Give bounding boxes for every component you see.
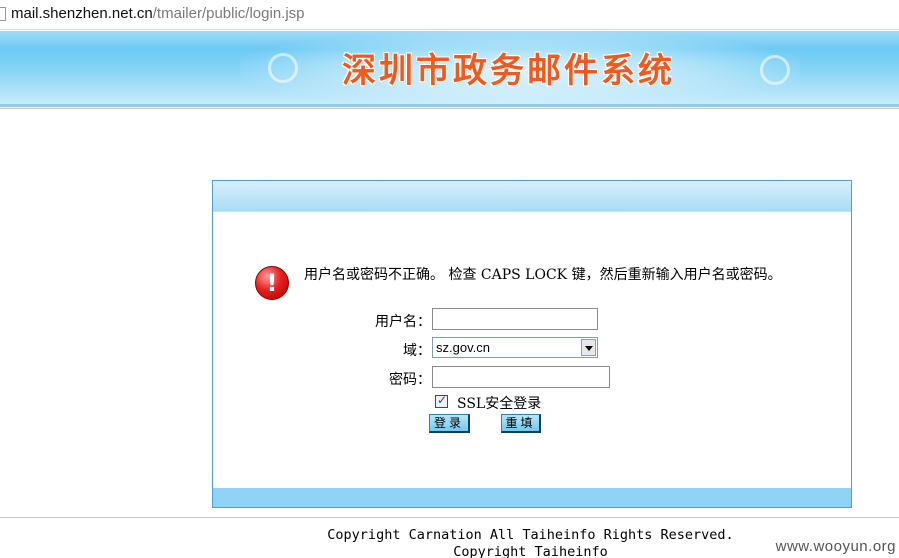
footer-divider <box>0 517 899 518</box>
reset-button[interactable]: 重填 <box>501 414 541 433</box>
panel-header-band <box>213 181 851 212</box>
ssl-label: SSL安全登录 <box>457 396 542 412</box>
error-icon: ! <box>255 266 289 300</box>
site-banner: 深圳市政务邮件系统 <box>0 31 899 107</box>
site-title: 深圳市政务邮件系统 <box>342 51 675 91</box>
banner-at-icon <box>760 55 790 85</box>
username-label: 用户名： <box>375 314 431 330</box>
ssl-checkbox[interactable]: ✓ <box>435 393 448 408</box>
url-host: mail.shenzhen.net.cn <box>11 5 153 22</box>
panel-footer-band <box>213 488 851 507</box>
copyright-line-2: Copyright Taiheinfo <box>453 544 608 558</box>
domain-label: 域： <box>403 343 431 359</box>
dropdown-button[interactable] <box>581 339 596 356</box>
error-message: 用户名或密码不正确。 检查 CAPS LOCK 键，然后重新输入用户名或密码。 <box>304 267 782 283</box>
copyright-line-1: Copyright Carnation All Taiheinfo Rights… <box>327 527 734 543</box>
username-input[interactable] <box>432 308 598 330</box>
domain-select[interactable]: sz.gov.cn <box>432 337 598 358</box>
checkmark-icon: ✓ <box>437 393 448 407</box>
watermark-text: www.wooyun.org <box>775 538 896 555</box>
domain-select-value: sz.gov.cn <box>436 340 490 355</box>
login-panel: ! 用户名或密码不正确。 检查 CAPS LOCK 键，然后重新输入用户名或密码… <box>212 180 852 508</box>
password-label: 密码： <box>389 372 431 388</box>
page-icon <box>0 7 6 21</box>
address-bar[interactable]: mail.shenzhen.net.cn/tmailer/public/logi… <box>0 0 899 30</box>
banner-at-icon <box>268 53 298 83</box>
chevron-down-icon <box>585 346 593 351</box>
banner-divider <box>0 108 899 109</box>
url-text[interactable]: mail.shenzhen.net.cn/tmailer/public/logi… <box>11 5 305 22</box>
password-input[interactable] <box>432 366 610 388</box>
login-button[interactable]: 登录 <box>429 414 470 433</box>
url-path: /tmailer/public/login.jsp <box>152 5 305 22</box>
